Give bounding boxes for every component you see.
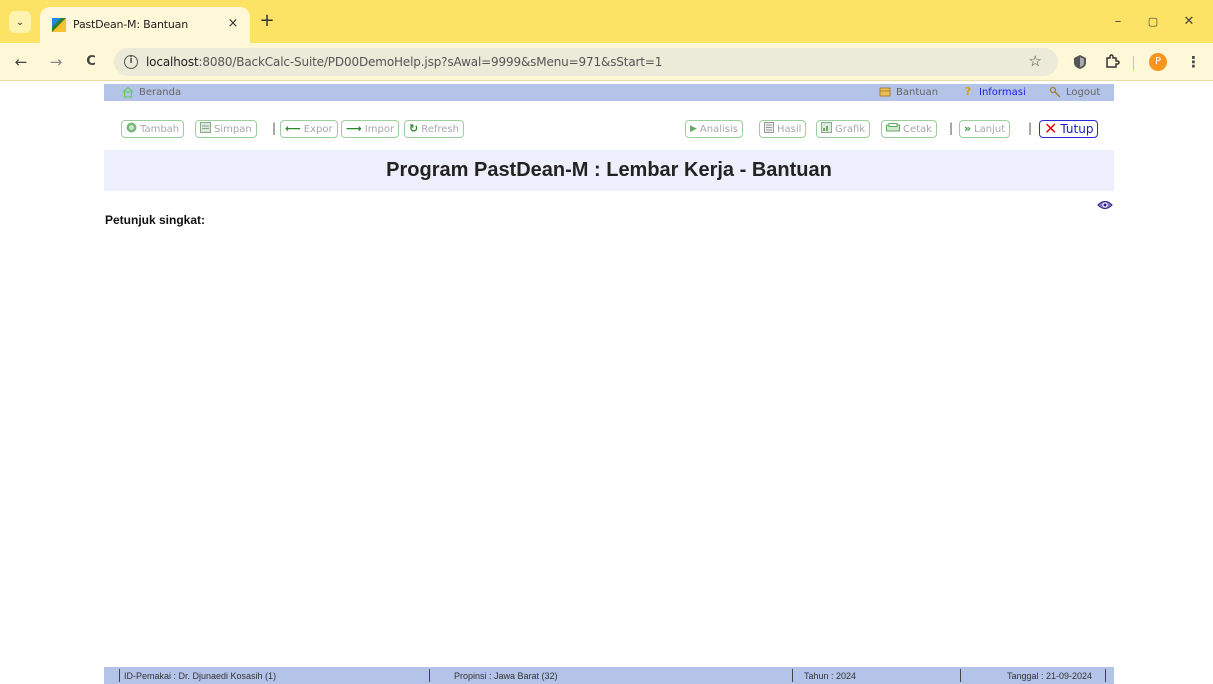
- save-icon: [200, 122, 211, 136]
- arrow-left-icon: ⟵: [285, 122, 301, 135]
- restore-button[interactable]: ▢: [1143, 12, 1163, 32]
- grafik-button[interactable]: Grafik: [816, 120, 871, 138]
- status-divider: [1105, 669, 1106, 682]
- app-favicon-icon: [52, 18, 66, 32]
- tutup-button[interactable]: ✕ Tutup: [1039, 119, 1099, 138]
- browser-tab[interactable]: PastDean-M: Bantuan ×: [40, 7, 250, 43]
- status-divider: [792, 669, 793, 682]
- nav-logout-label: Logout: [1066, 86, 1101, 98]
- logout-key-icon: [1049, 86, 1061, 98]
- new-tab-button[interactable]: +: [258, 12, 276, 31]
- toolbar-divider: [1133, 56, 1134, 70]
- app-top-nav: Beranda Bantuan ? Informasi Logout: [104, 84, 1114, 101]
- url-text[interactable]: localhost:8080/BackCalc-Suite/PD00DemoHe…: [146, 55, 662, 69]
- nav-info[interactable]: ? Informasi: [962, 86, 1026, 98]
- nav-help-label: Bantuan: [896, 86, 939, 98]
- info-icon[interactable]: i: [124, 55, 138, 69]
- double-chevron-right-icon: »: [964, 122, 972, 135]
- refresh-button[interactable]: ↻ Refresh: [404, 120, 464, 138]
- browser-tab-strip: ⌄ PastDean-M: Bantuan × + – ▢ ✕: [0, 0, 1213, 43]
- tab-close-icon[interactable]: ×: [224, 15, 242, 33]
- lanjut-label: Lanjut: [974, 123, 1006, 135]
- expor-button[interactable]: ⟵ Expor: [280, 120, 338, 138]
- help-book-icon: [879, 86, 891, 98]
- hasil-label: Hasil: [777, 123, 802, 135]
- url-host: localhost: [146, 55, 199, 69]
- window-close-button[interactable]: ✕: [1179, 12, 1199, 32]
- refresh-icon: ↻: [409, 122, 419, 135]
- simpan-button[interactable]: Simpan: [195, 120, 257, 138]
- hasil-button[interactable]: Hasil: [759, 120, 807, 138]
- add-icon: [126, 122, 137, 136]
- hint-heading: Petunjuk singkat:: [105, 213, 206, 227]
- nav-logout[interactable]: Logout: [1049, 86, 1100, 98]
- minimize-button[interactable]: –: [1108, 12, 1128, 32]
- analisis-button[interactable]: ▶ Analisis: [685, 120, 743, 138]
- nav-home-label: Beranda: [139, 86, 182, 98]
- document-icon: [764, 122, 774, 136]
- cetak-label: Cetak: [903, 123, 932, 135]
- nav-home[interactable]: Beranda: [122, 86, 181, 98]
- question-icon: ?: [964, 85, 972, 98]
- forward-button[interactable]: →: [45, 51, 67, 73]
- star-icon[interactable]: ☆: [1029, 52, 1042, 70]
- reload-button[interactable]: C: [80, 51, 102, 73]
- chart-icon: [821, 122, 832, 136]
- nav-help[interactable]: Bantuan: [879, 86, 938, 98]
- status-bar: ID-Pemakai : Dr. Djunaedi Kosasih (1) Pr…: [104, 667, 1114, 684]
- status-date: Tanggal : 21-09-2024: [1007, 671, 1093, 681]
- profile-avatar[interactable]: P: [1149, 53, 1167, 71]
- lanjut-button[interactable]: » Lanjut: [959, 120, 1011, 138]
- status-user: ID-Pemakai : Dr. Djunaedi Kosasih (1): [124, 671, 277, 681]
- tab-search-chevron-icon[interactable]: ⌄: [9, 11, 31, 33]
- tab-title: PastDean-M: Bantuan: [73, 18, 188, 31]
- close-x-icon: ✕: [1044, 119, 1058, 138]
- tutup-label: Tutup: [1060, 122, 1094, 136]
- puzzle-icon[interactable]: [1103, 53, 1121, 71]
- status-divider: [119, 669, 120, 682]
- tambah-button[interactable]: Tambah: [121, 120, 185, 138]
- home-icon: [122, 86, 134, 98]
- status-province: Propinsi : Jawa Barat (32): [454, 671, 558, 681]
- print-icon: [886, 122, 900, 136]
- status-divider: [960, 669, 961, 682]
- simpan-label: Simpan: [214, 123, 252, 135]
- arrow-right-icon: ⟶: [346, 122, 362, 135]
- nav-info-label: Informasi: [979, 86, 1026, 98]
- impor-button[interactable]: ⟶ Impor: [341, 120, 400, 138]
- url-path: :8080/BackCalc-Suite/PD00DemoHelp.jsp?sA…: [198, 55, 663, 69]
- play-icon: ▶: [690, 124, 697, 134]
- analisis-label: Analisis: [699, 123, 738, 135]
- separator: |: [949, 121, 954, 135]
- separator: |: [1028, 121, 1033, 135]
- page-title: Program PastDean-M : Lembar Kerja - Bant…: [386, 159, 832, 181]
- menu-icon[interactable]: ⋮: [1186, 52, 1201, 72]
- cetak-button[interactable]: Cetak: [881, 120, 937, 138]
- grafik-label: Grafik: [835, 123, 866, 135]
- impor-label: Impor: [364, 123, 395, 135]
- page-title-bar: Program PastDean-M : Lembar Kerja - Bant…: [104, 150, 1114, 191]
- tambah-label: Tambah: [140, 123, 180, 135]
- action-toolbar: Tambah Simpan | ⟵ Expor ⟶ Impor ↻ Refres…: [104, 118, 1114, 140]
- eye-icon[interactable]: [1097, 199, 1113, 211]
- address-bar[interactable]: i localhost:8080/BackCalc-Suite/PD00Demo…: [114, 48, 1058, 76]
- extension-shield-icon[interactable]: [1071, 53, 1089, 71]
- status-divider: [429, 669, 430, 682]
- status-year: Tahun : 2024: [804, 671, 857, 681]
- separator: |: [272, 121, 277, 135]
- back-button[interactable]: ←: [10, 51, 32, 73]
- expor-label: Expor: [303, 123, 333, 135]
- refresh-label: Refresh: [421, 123, 459, 135]
- browser-toolbar: ← → C i localhost:8080/BackCalc-Suite/PD…: [0, 43, 1213, 81]
